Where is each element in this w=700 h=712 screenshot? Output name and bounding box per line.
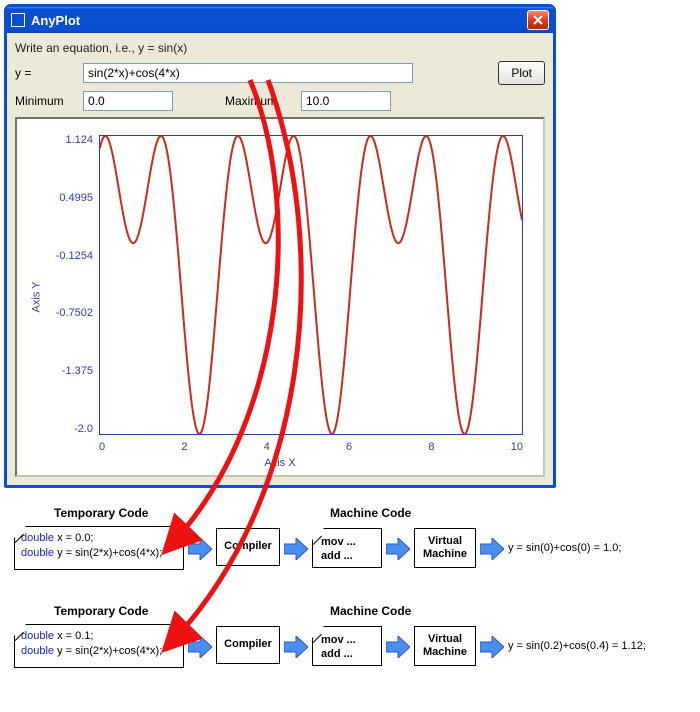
result-text: y = sin(0.2)+cos(0.4) = 1.12; bbox=[508, 640, 646, 652]
x-tick: 4 bbox=[264, 441, 270, 453]
arrow-icon bbox=[386, 538, 410, 560]
keyword: double bbox=[21, 547, 54, 559]
vm-box: Virtual Machine bbox=[414, 528, 476, 568]
minimum-label: Minimum bbox=[15, 94, 77, 108]
close-icon[interactable] bbox=[527, 10, 549, 30]
instruction-text: Write an equation, i.e., y = sin(x) bbox=[15, 41, 545, 55]
arrow-icon bbox=[188, 538, 212, 560]
client-area: Write an equation, i.e., y = sin(x) y = … bbox=[7, 33, 553, 485]
chart-area: Axis Y Axis X 1.124 0.4995 -0.1254 -0.75… bbox=[27, 129, 533, 465]
pipeline-row: Temporary Code Machine Code double x = 0… bbox=[4, 604, 696, 694]
y-ticks: 1.124 0.4995 -0.1254 -0.7502 -1.375 -2.0 bbox=[41, 134, 93, 435]
plot-button[interactable]: Plot bbox=[498, 61, 545, 85]
maximum-input[interactable] bbox=[301, 91, 391, 111]
code-text: y = sin(2*x)+cos(4*x); bbox=[54, 645, 162, 657]
tempcode-header: Temporary Code bbox=[54, 506, 148, 520]
plot-panel: Axis Y Axis X 1.124 0.4995 -0.1254 -0.75… bbox=[15, 117, 545, 477]
y-tick: -2.0 bbox=[41, 423, 93, 435]
arrow-icon bbox=[188, 636, 212, 658]
code-text: y = sin(2*x)+cos(4*x); bbox=[54, 547, 162, 559]
arrow-icon bbox=[480, 538, 504, 560]
x-ticks: 0 2 4 6 8 10 bbox=[99, 441, 523, 453]
pipeline-diagram: Temporary Code Machine Code double x = 0… bbox=[0, 506, 700, 712]
vm-box: Virtual Machine bbox=[414, 626, 476, 666]
y-tick: -0.7502 bbox=[41, 307, 93, 319]
x-tick: 10 bbox=[511, 441, 523, 453]
result-text: y = sin(0)+cos(0) = 1.0; bbox=[508, 542, 621, 554]
machinecode-box: mov ... add ... bbox=[312, 626, 382, 666]
compiler-box: Compiler bbox=[216, 528, 280, 566]
x-tick: 2 bbox=[181, 441, 187, 453]
pipeline-row: Temporary Code Machine Code double x = 0… bbox=[4, 506, 696, 596]
machinecode-box: mov ... add ... bbox=[312, 528, 382, 568]
maximum-label: Maximum bbox=[225, 94, 295, 108]
y-tick: -0.1254 bbox=[41, 250, 93, 262]
x-tick: 6 bbox=[346, 441, 352, 453]
keyword: double bbox=[21, 645, 54, 657]
machinecode-header: Machine Code bbox=[330, 604, 411, 618]
keyword: double bbox=[21, 630, 54, 642]
compiler-box: Compiler bbox=[216, 626, 280, 664]
tempcode-box: double x = 0.0; double y = sin(2*x)+cos(… bbox=[14, 526, 184, 570]
x-tick: 0 bbox=[99, 441, 105, 453]
titlebar: AnyPlot bbox=[7, 7, 553, 33]
tempcode-box: double x = 0.1; double y = sin(2*x)+cos(… bbox=[14, 624, 184, 668]
y-equals-label: y = bbox=[15, 66, 77, 80]
y-tick: 0.4995 bbox=[41, 192, 93, 204]
tempcode-header: Temporary Code bbox=[54, 604, 148, 618]
code-text: x = 0.0; bbox=[54, 532, 93, 544]
plot-box bbox=[99, 135, 523, 435]
app-icon bbox=[11, 13, 25, 27]
code-text: x = 0.1; bbox=[54, 630, 93, 642]
arrow-icon bbox=[480, 636, 504, 658]
arrow-icon bbox=[284, 538, 308, 560]
machinecode-header: Machine Code bbox=[330, 506, 411, 520]
keyword: double bbox=[21, 532, 54, 544]
x-tick: 8 bbox=[428, 441, 434, 453]
minimum-input[interactable] bbox=[83, 91, 173, 111]
arrow-icon bbox=[386, 636, 410, 658]
app-window: AnyPlot Write an equation, i.e., y = sin… bbox=[4, 4, 556, 488]
window-title: AnyPlot bbox=[31, 13, 527, 28]
x-axis-label: Axis X bbox=[264, 457, 295, 469]
arrow-icon bbox=[284, 636, 308, 658]
y-tick: 1.124 bbox=[41, 134, 93, 146]
y-tick: -1.375 bbox=[41, 365, 93, 377]
equation-input[interactable] bbox=[83, 63, 413, 83]
